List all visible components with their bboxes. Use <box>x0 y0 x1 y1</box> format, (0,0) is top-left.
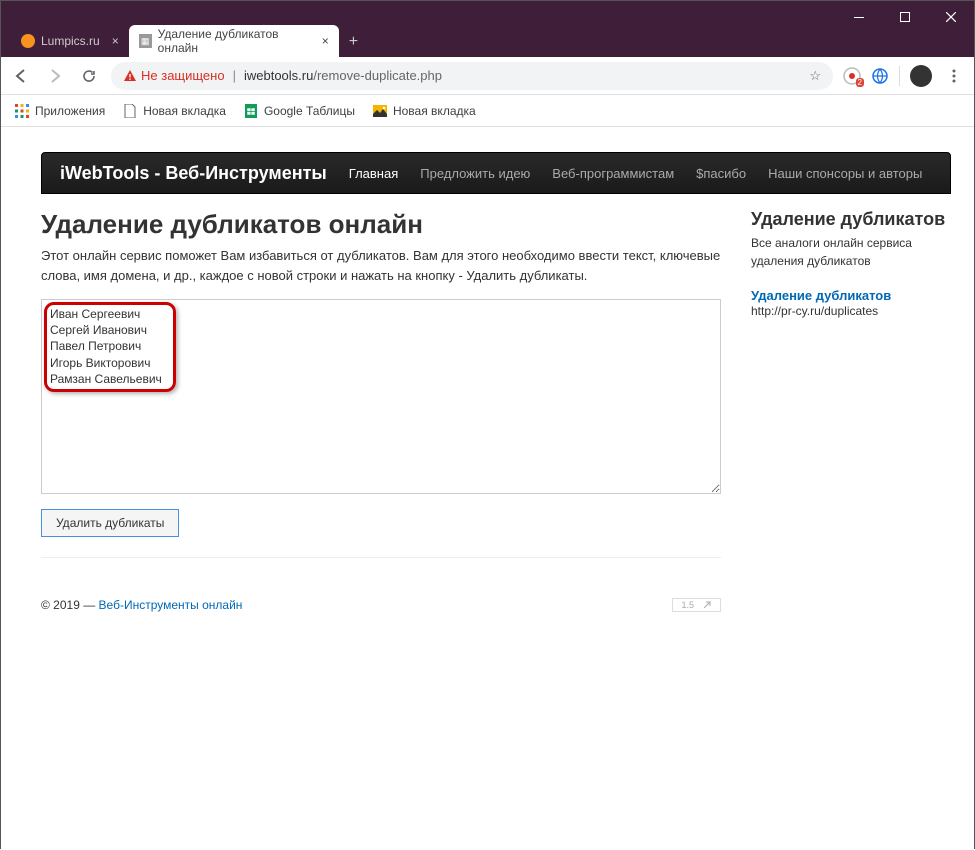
browser-tab-lumpics[interactable]: Lumpics.ru × <box>11 25 129 57</box>
extension-globe-button[interactable] <box>871 67 889 85</box>
address-bar: Не защищено | iwebtools.ru/remove-duplic… <box>1 57 974 95</box>
nav-programmers[interactable]: Веб-программистам <box>552 166 674 181</box>
footer-badge[interactable]: 1.5 <box>672 598 721 612</box>
site-nav: iWebTools - Веб-Инструменты Главная Пред… <box>41 152 951 194</box>
extension-badge: 2 <box>856 78 864 87</box>
menu-dots-icon <box>947 69 961 83</box>
close-icon <box>946 12 956 22</box>
insecure-warning: Не защищено <box>123 68 225 83</box>
duplicates-textarea[interactable] <box>41 299 721 494</box>
bookmark-sheets[interactable]: Google Таблицы <box>244 104 355 118</box>
favicon-icon <box>21 34 35 48</box>
reload-button[interactable] <box>77 64 101 88</box>
forward-button[interactable] <box>43 64 67 88</box>
profile-avatar[interactable] <box>910 65 932 87</box>
maximize-icon <box>900 12 910 22</box>
site-brand[interactable]: iWebTools - Веб-Инструменты <box>60 163 327 184</box>
url-input[interactable]: Не защищено | iwebtools.ru/remove-duplic… <box>111 62 833 90</box>
minimize-icon <box>854 17 864 18</box>
nav-sponsors[interactable]: Наши спонсоры и авторы <box>768 166 922 181</box>
tab-title: Удаление дубликатов онлайн <box>158 27 310 55</box>
close-icon[interactable]: × <box>322 34 329 48</box>
menu-button[interactable] <box>942 64 966 88</box>
bookmarks-bar: Приложения Новая вкладка Google Таблицы … <box>1 95 974 127</box>
insecure-label: Не защищено <box>141 68 225 83</box>
reload-icon <box>81 68 97 84</box>
new-tab-button[interactable]: + <box>339 33 368 57</box>
bookmark-label: Новая вкладка <box>393 104 476 118</box>
sidebar-url: http://pr-cy.ru/duplicates <box>751 304 878 318</box>
footer: © 2019 — Веб-Инструменты онлайн 1.5 <box>41 598 721 632</box>
apps-icon <box>15 104 29 118</box>
page-icon <box>123 104 137 118</box>
nav-thanks[interactable]: $пасибо <box>696 166 746 181</box>
url-host: iwebtools.ru <box>244 68 313 83</box>
back-button[interactable] <box>9 64 33 88</box>
copyright-prefix: © 2019 — <box>41 598 99 612</box>
bookmark-label: Новая вкладка <box>143 104 226 118</box>
extension-button[interactable]: 2 <box>843 67 861 85</box>
remove-duplicates-button[interactable]: Удалить дубликаты <box>41 509 179 537</box>
maximize-button[interactable] <box>882 1 928 33</box>
close-window-button[interactable] <box>928 1 974 33</box>
page-content: iWebTools - Веб-Инструменты Главная Пред… <box>1 127 974 850</box>
favicon-icon: ▦ <box>139 34 152 48</box>
arrow-right-icon <box>47 68 63 84</box>
arrow-left-icon <box>13 68 29 84</box>
warning-icon <box>123 69 137 83</box>
page-title: Удаление дубликатов онлайн <box>41 209 721 240</box>
sidebar-title: Удаление дубликатов <box>751 209 951 230</box>
footer-link[interactable]: Веб-Инструменты онлайн <box>99 598 243 612</box>
sidebar-link[interactable]: Удаление дубликатов <box>751 288 891 303</box>
close-icon[interactable]: × <box>112 34 119 48</box>
url-path: /remove-duplicate.php <box>313 68 442 83</box>
bookmark-apps[interactable]: Приложения <box>15 104 105 118</box>
bookmark-newtab2[interactable]: Новая вкладка <box>373 104 476 118</box>
tab-title: Lumpics.ru <box>41 34 100 48</box>
bookmark-label: Приложения <box>35 104 105 118</box>
sheets-icon <box>244 104 258 118</box>
external-link-icon <box>702 600 712 610</box>
bookmark-label: Google Таблицы <box>264 104 355 118</box>
browser-tab-iwebtools[interactable]: ▦ Удаление дубликатов онлайн × <box>129 25 339 57</box>
minimize-button[interactable] <box>836 1 882 33</box>
nav-suggest[interactable]: Предложить идею <box>420 166 530 181</box>
window-titlebar: Lumpics.ru × ▦ Удаление дубликатов онлай… <box>1 1 974 57</box>
bookmark-newtab1[interactable]: Новая вкладка <box>123 104 226 118</box>
bookmark-star-icon[interactable]: ☆ <box>809 68 821 84</box>
divider <box>41 557 721 558</box>
image-icon <box>373 104 387 118</box>
page-description: Этот онлайн сервис поможет Вам избавитьс… <box>41 246 721 285</box>
sidebar-description: Все аналоги онлайн сервиса удаления дубл… <box>751 234 951 270</box>
nav-home[interactable]: Главная <box>349 166 398 181</box>
globe-icon <box>871 67 889 85</box>
